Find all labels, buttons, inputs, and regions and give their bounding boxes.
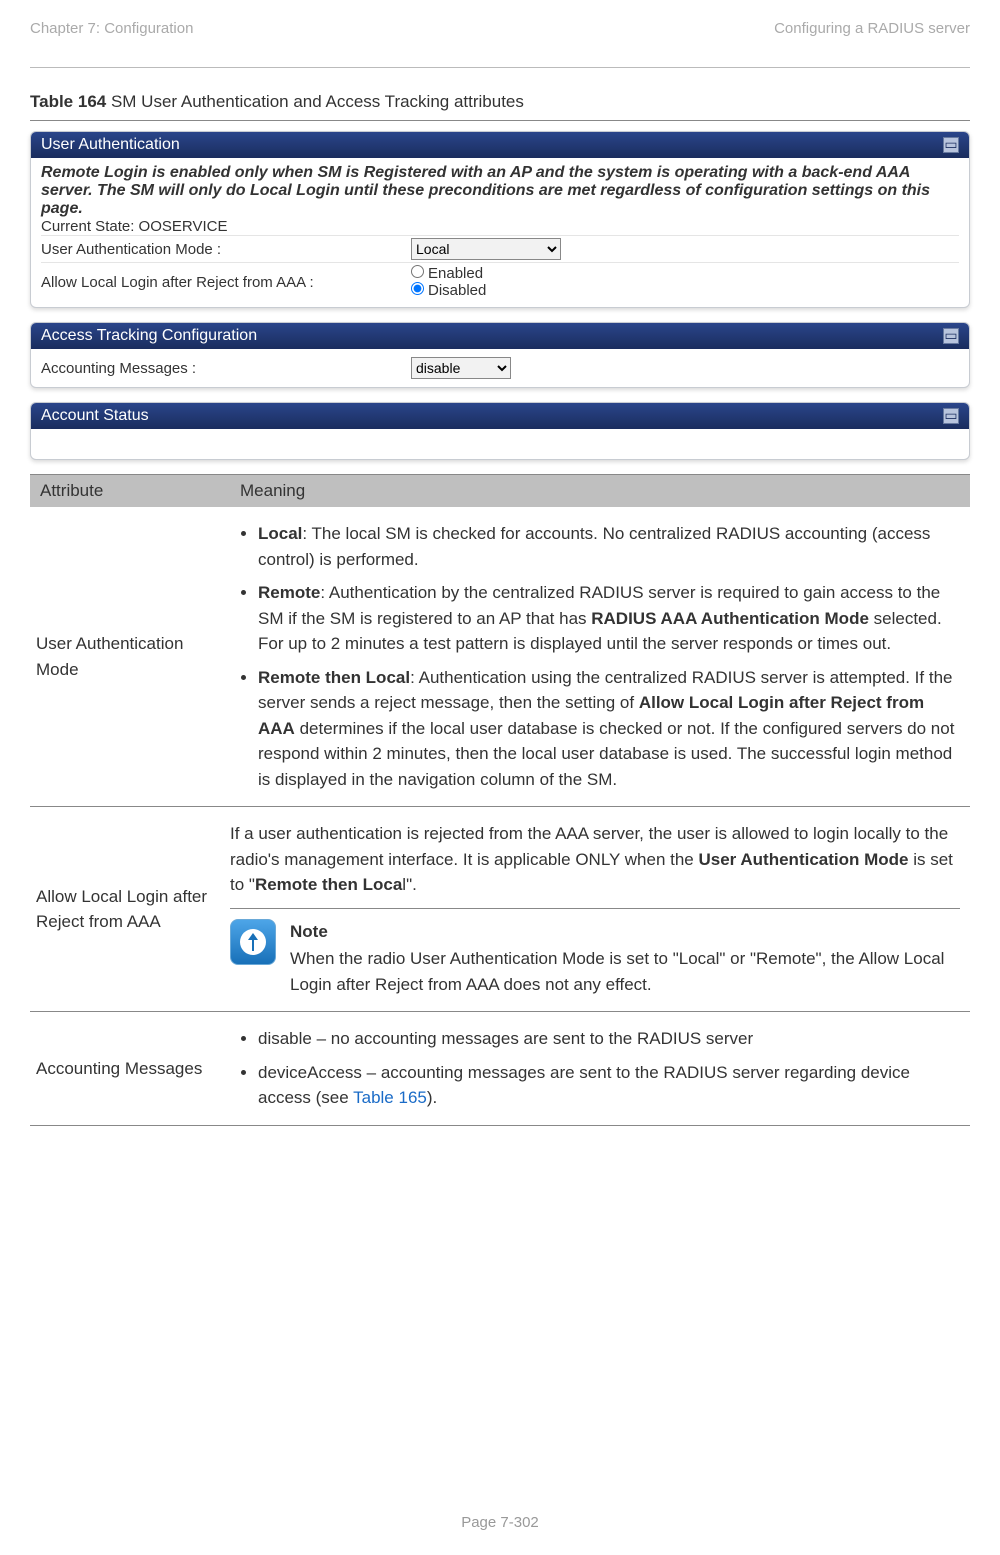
attr-name: Accounting Messages [30,1012,230,1126]
current-state: Current State: OOSERVICE [41,218,959,235]
text: determines if the local user database is… [258,719,954,789]
text: l". [402,875,417,894]
list-item: Remote: Authentication by the centralize… [258,580,960,657]
account-status-panel: Account Status ▭ [30,402,970,460]
panel-title: User Authentication [41,136,180,154]
bold-term: Remote then Loca [255,875,402,894]
attr-name: Allow Local Login after Reject from AAA [30,807,230,1012]
accounting-messages-label: Accounting Messages : [41,360,411,377]
bold-term: Remote then Local [258,668,410,687]
list-item: deviceAccess – accounting messages are s… [258,1060,960,1111]
allow-enabled-radio[interactable] [411,265,424,278]
bold-term: RADIUS AAA Authentication Mode [591,609,869,628]
table-link[interactable]: Table 165 [353,1088,427,1107]
table-number: Table 164 [30,92,106,111]
text: : The local SM is checked for accounts. … [258,524,930,569]
collapse-icon[interactable]: ▭ [943,328,959,344]
note-title: Note [290,919,960,945]
collapse-icon[interactable]: ▭ [943,137,959,153]
disabled-label: Disabled [428,282,486,299]
user-auth-intro: Remote Login is enabled only when SM is … [41,164,959,218]
user-authentication-panel: User Authentication ▭ Remote Login is en… [30,131,970,308]
attr-meaning: If a user authentication is rejected fro… [230,807,970,1012]
list-item: Remote then Local: Authentication using … [258,665,960,793]
list-item: disable – no accounting messages are sen… [258,1026,960,1052]
note-box: Note When the radio User Authentication … [230,908,960,998]
bold-term: Remote [258,583,320,602]
access-tracking-header: Access Tracking Configuration ▭ [31,323,969,349]
section-label: Configuring a RADIUS server [774,20,970,37]
note-icon [230,919,276,965]
accounting-messages-select[interactable]: disable [411,357,511,379]
attr-name: User Authentication Mode [30,507,230,807]
account-status-body [31,429,969,459]
attribute-table: Attribute Meaning User Authentication Mo… [30,474,970,1126]
panel-title: Account Status [41,407,149,425]
bold-term: Local [258,524,302,543]
allow-local-login-label: Allow Local Login after Reject from AAA … [41,274,411,291]
table-title: SM User Authentication and Access Tracki… [106,92,524,111]
table-caption: Table 164 SM User Authentication and Acc… [30,92,970,112]
table-row: Allow Local Login after Reject from AAA … [30,807,970,1012]
caption-rule [30,120,970,121]
allow-disabled-radio[interactable] [411,282,424,295]
table-row: User Authentication Mode Local: The loca… [30,507,970,807]
text: ). [427,1088,437,1107]
col-meaning: Meaning [230,475,970,508]
attr-meaning: Local: The local SM is checked for accou… [230,507,970,807]
table-row: Accounting Messages disable – no account… [30,1012,970,1126]
access-tracking-panel: Access Tracking Configuration ▭ Accounti… [30,322,970,388]
bold-term: User Authentication Mode [699,850,909,869]
col-attribute: Attribute [30,475,230,508]
panel-title: Access Tracking Configuration [41,327,257,345]
auth-mode-label: User Authentication Mode : [41,241,411,258]
chapter-label: Chapter 7: Configuration [30,20,193,37]
attr-meaning: disable – no accounting messages are sen… [230,1012,970,1126]
note-body: When the radio User Authentication Mode … [290,946,960,997]
account-status-header: Account Status ▭ [31,403,969,429]
user-authentication-header: User Authentication ▭ [31,132,969,158]
page-footer: Page 7-302 [0,1514,1000,1531]
collapse-icon[interactable]: ▭ [943,408,959,424]
list-item: Local: The local SM is checked for accou… [258,521,960,572]
auth-mode-select[interactable]: Local [411,238,561,260]
enabled-label: Enabled [428,265,483,282]
